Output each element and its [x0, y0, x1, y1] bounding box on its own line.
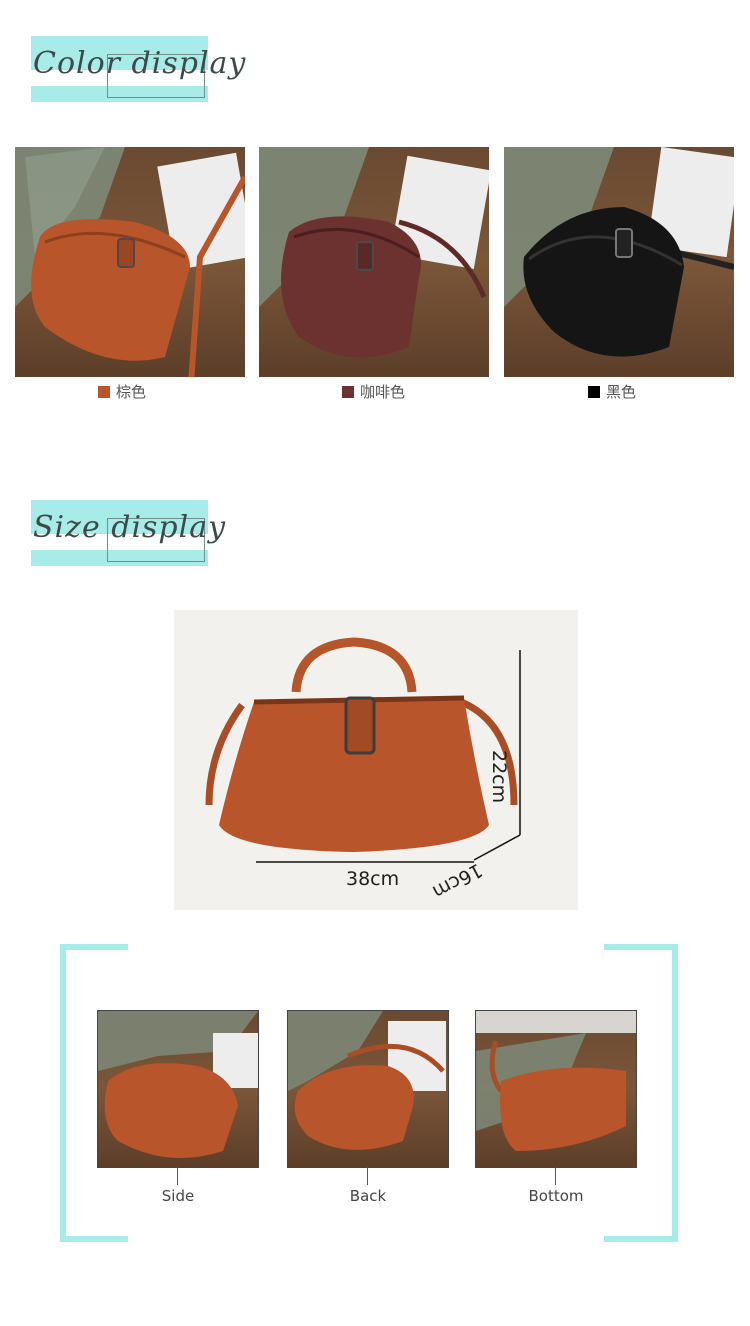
- swatch-coffee: [342, 385, 354, 398]
- detail-photo-bottom: [475, 1010, 637, 1168]
- frame-bottom-right-h: [604, 1236, 678, 1242]
- detail-label-side: Side: [161, 1187, 195, 1205]
- color-option-black: 黑色: [588, 381, 636, 402]
- color-option-coffee: 咖啡色: [342, 381, 405, 402]
- swatch-black: [588, 385, 600, 398]
- color-label-black: 黑色: [606, 383, 637, 401]
- frame-top-right-v: [672, 944, 678, 1242]
- frame-top-left-v: [60, 944, 66, 1242]
- frame-bottom-left-h: [60, 1236, 128, 1242]
- bag-photo-brown: [15, 147, 245, 377]
- color-label-coffee: 咖啡色: [360, 383, 406, 401]
- color-option-brown: 棕色: [98, 381, 146, 402]
- color-label-brown: 棕色: [116, 383, 147, 401]
- detail-photo-back: [287, 1010, 449, 1168]
- frame-top-right-h: [604, 944, 678, 950]
- bag-side-illustration: [98, 1011, 258, 1159]
- frame-top-left-h: [60, 944, 128, 950]
- bag-photo-coffee: [259, 147, 489, 377]
- color-display-title: Color display: [31, 36, 245, 102]
- size-display-heading: Size display: [33, 510, 227, 545]
- size-panel: 22cm 38cm 16cm: [174, 610, 578, 910]
- width-label: 38cm: [346, 868, 400, 890]
- bag-back-illustration: [288, 1011, 446, 1150]
- bag-photo-black: [504, 147, 734, 377]
- tick-bottom: [555, 1167, 556, 1185]
- detail-label-bottom: Bottom: [528, 1187, 584, 1205]
- size-display-title: Size display: [31, 500, 225, 566]
- color-display-heading: Color display: [33, 46, 247, 81]
- tick-side: [177, 1167, 178, 1185]
- bag-brown-illustration: [15, 147, 245, 377]
- detail-photo-side: [97, 1010, 259, 1168]
- size-bag-illustration: [205, 637, 521, 863]
- height-label: 22cm: [488, 750, 510, 804]
- bag-coffee-illustration: [259, 147, 489, 358]
- bag-black-illustration: [504, 147, 734, 357]
- bag-bottom-illustration: [476, 1011, 636, 1151]
- swatch-brown: [98, 385, 110, 398]
- tick-back: [367, 1167, 368, 1185]
- detail-label-back: Back: [349, 1187, 387, 1205]
